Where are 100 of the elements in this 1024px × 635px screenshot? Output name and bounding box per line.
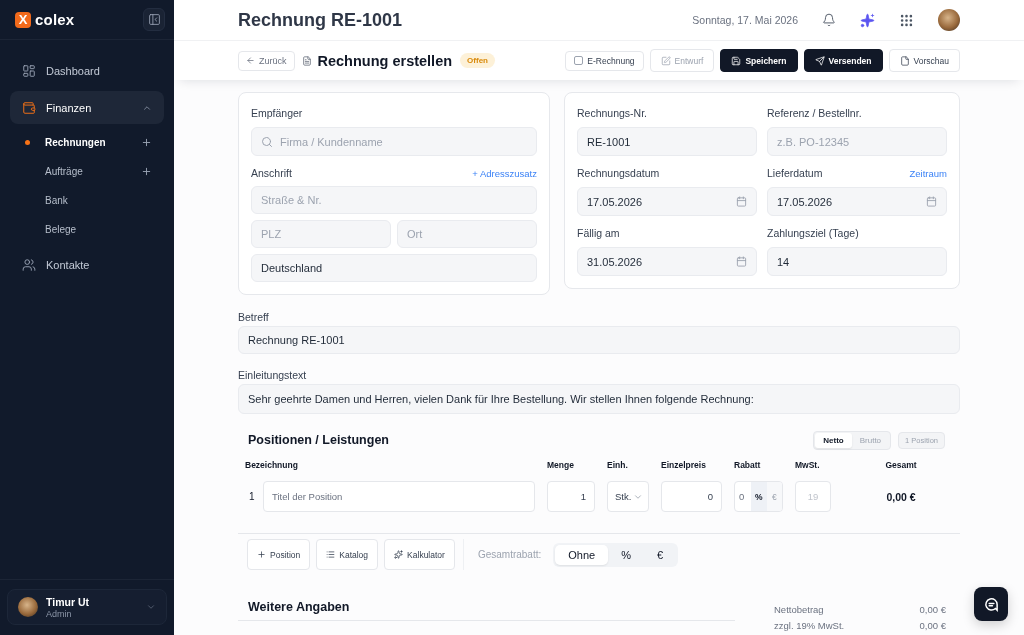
action-button[interactable]: Speichern <box>720 49 798 72</box>
position-action-button[interactable]: Katalog <box>316 539 379 570</box>
calendar-icon <box>926 196 937 207</box>
apps-button[interactable] <box>899 12 914 28</box>
field-label: Referenz / Bestellnr. <box>767 107 862 119</box>
list-icon <box>326 550 336 559</box>
input-field[interactable]: Straße & Nr. <box>251 186 537 214</box>
position-title-input[interactable]: Titel der Position <box>263 481 535 512</box>
field-label: Zahlungsziel (Tage) <box>767 227 859 239</box>
chat-icon <box>983 596 999 612</box>
nav-subitem[interactable]: Belege <box>10 215 164 244</box>
users-icon <box>22 257 36 272</box>
date-input[interactable]: 31.05.2026 <box>587 255 729 268</box>
sparkle-icon <box>394 550 404 559</box>
input-field[interactable]: PLZ <box>251 220 391 248</box>
user-name: Timur Ut <box>46 595 90 608</box>
total-discount-option[interactable]: € <box>643 544 677 565</box>
input-field[interactable]: z.B. PO-12345 <box>767 127 947 156</box>
logo-text: colex <box>35 11 75 28</box>
action-button[interactable]: Versenden <box>803 49 883 72</box>
total-value: 0,00 € <box>919 604 946 616</box>
column-header: Menge <box>547 460 575 470</box>
send-icon <box>814 55 825 66</box>
input-field[interactable]: Ort <box>397 220 537 248</box>
notifications-button[interactable] <box>822 13 836 27</box>
column-header: Einh. <box>607 460 629 470</box>
discount-field[interactable]: 0 % € <box>734 481 783 512</box>
avatar <box>18 597 38 617</box>
total-value: 0,00 € <box>919 620 946 632</box>
field-label: Fällig am <box>577 227 620 239</box>
date-input[interactable]: 17.05.2026 <box>587 195 729 208</box>
field-label: Lieferdatum <box>767 167 823 179</box>
nav-item[interactable]: Dashboard <box>10 54 164 87</box>
document-icon <box>301 55 312 66</box>
input-field[interactable]: 14 <box>767 247 947 276</box>
chevron-down-icon <box>146 602 156 612</box>
discount-input[interactable]: 0 <box>735 482 751 511</box>
sidebar-toggle-button[interactable] <box>143 8 165 31</box>
active-dot-icon <box>25 140 30 145</box>
date-input[interactable]: 17.05.2026 <box>777 195 919 208</box>
address-link[interactable]: + Adresszusatz <box>472 167 537 179</box>
column-header: Einzelpreis <box>661 460 707 470</box>
position-action-button[interactable]: Kalkulator <box>384 539 455 570</box>
input-field[interactable]: Rechnung RE-1001 <box>238 326 960 354</box>
field-label: Anschrift <box>251 167 292 179</box>
input-field[interactable]: Deutschland <box>251 254 537 282</box>
e-invoice-toggle[interactable]: E-Rechnung <box>565 50 644 71</box>
total-discount-option[interactable]: Ohne <box>555 544 609 565</box>
date-field[interactable]: 17.05.2026 <box>577 187 757 216</box>
total-label: Nettobetrag <box>774 604 824 616</box>
user-menu[interactable]: Timur Ut Admin <box>7 589 167 625</box>
date-text: Sonntag, 17. Mai 2026 <box>692 14 798 26</box>
form-title: Rechnung erstellen <box>317 52 453 69</box>
field-label: Betreff <box>238 311 269 323</box>
bell-icon <box>822 13 836 27</box>
search-field[interactable]: Firma / Kundenname <box>251 127 537 156</box>
row-number: 1 <box>248 491 256 502</box>
status-badge: Offen <box>460 53 495 68</box>
nav-item[interactable]: Finanzen <box>10 91 164 124</box>
field-label: Empfänger <box>251 107 303 119</box>
profile-button[interactable] <box>938 9 960 31</box>
user-role: Admin <box>46 608 73 619</box>
date-field[interactable]: 31.05.2026 <box>577 247 757 276</box>
unit-select[interactable]: Stk. <box>607 481 649 512</box>
assistant-button[interactable] <box>860 12 875 28</box>
price-mode-tab[interactable]: Netto <box>815 432 852 448</box>
wallet-icon <box>22 100 36 115</box>
input-field[interactable]: Sehr geehrte Damen und Herren, vielen Dank für Ihre Bestellung. Wir stellen Ihnen folgende Rechnung: <box>238 384 960 414</box>
avatar <box>938 9 960 31</box>
calendar-icon <box>736 256 747 267</box>
search-icon <box>261 135 273 148</box>
save-icon <box>731 55 742 66</box>
nav-subitem[interactable]: Bank <box>10 186 164 215</box>
logo-mark: X <box>15 11 31 28</box>
chat-button[interactable] <box>974 587 1008 621</box>
section-title: Weitere Angaben <box>238 600 735 621</box>
period-link[interactable]: Zeitraum <box>909 167 947 179</box>
total-discount-label: Gesamtrabatt: <box>477 549 542 560</box>
total-discount-option[interactable]: % <box>608 544 644 565</box>
vat-input[interactable]: 19 <box>795 481 831 512</box>
checkbox[interactable] <box>574 56 584 65</box>
dashboard-icon <box>22 63 36 78</box>
arrow-left-icon <box>246 56 255 65</box>
column-header: Rabatt <box>734 460 762 470</box>
action-button[interactable]: Vorschau <box>888 49 960 72</box>
input-field[interactable]: RE-1001 <box>577 127 757 156</box>
back-button[interactable]: Zurück <box>238 50 295 71</box>
position-action-button[interactable]: Position <box>247 539 311 570</box>
column-header: Bezeichnung <box>245 460 299 470</box>
apps-grid-icon <box>899 12 914 28</box>
search-input[interactable]: Firma / Kundenname <box>280 135 527 148</box>
nav-subitem[interactable]: Aufträge <box>10 157 164 186</box>
total-label: zzgl. 19% MwSt. <box>774 620 845 632</box>
date-field[interactable]: 17.05.2026 <box>767 187 947 216</box>
unit-price-input[interactable]: 0 <box>661 481 722 512</box>
discount-mode-button[interactable]: % <box>751 482 767 511</box>
column-header: Gesamt <box>884 460 918 470</box>
quantity-input[interactable]: 1 <box>547 481 595 512</box>
nav-subitem[interactable]: Rechnungen <box>10 128 164 157</box>
nav-item[interactable]: Kontakte <box>10 248 164 281</box>
